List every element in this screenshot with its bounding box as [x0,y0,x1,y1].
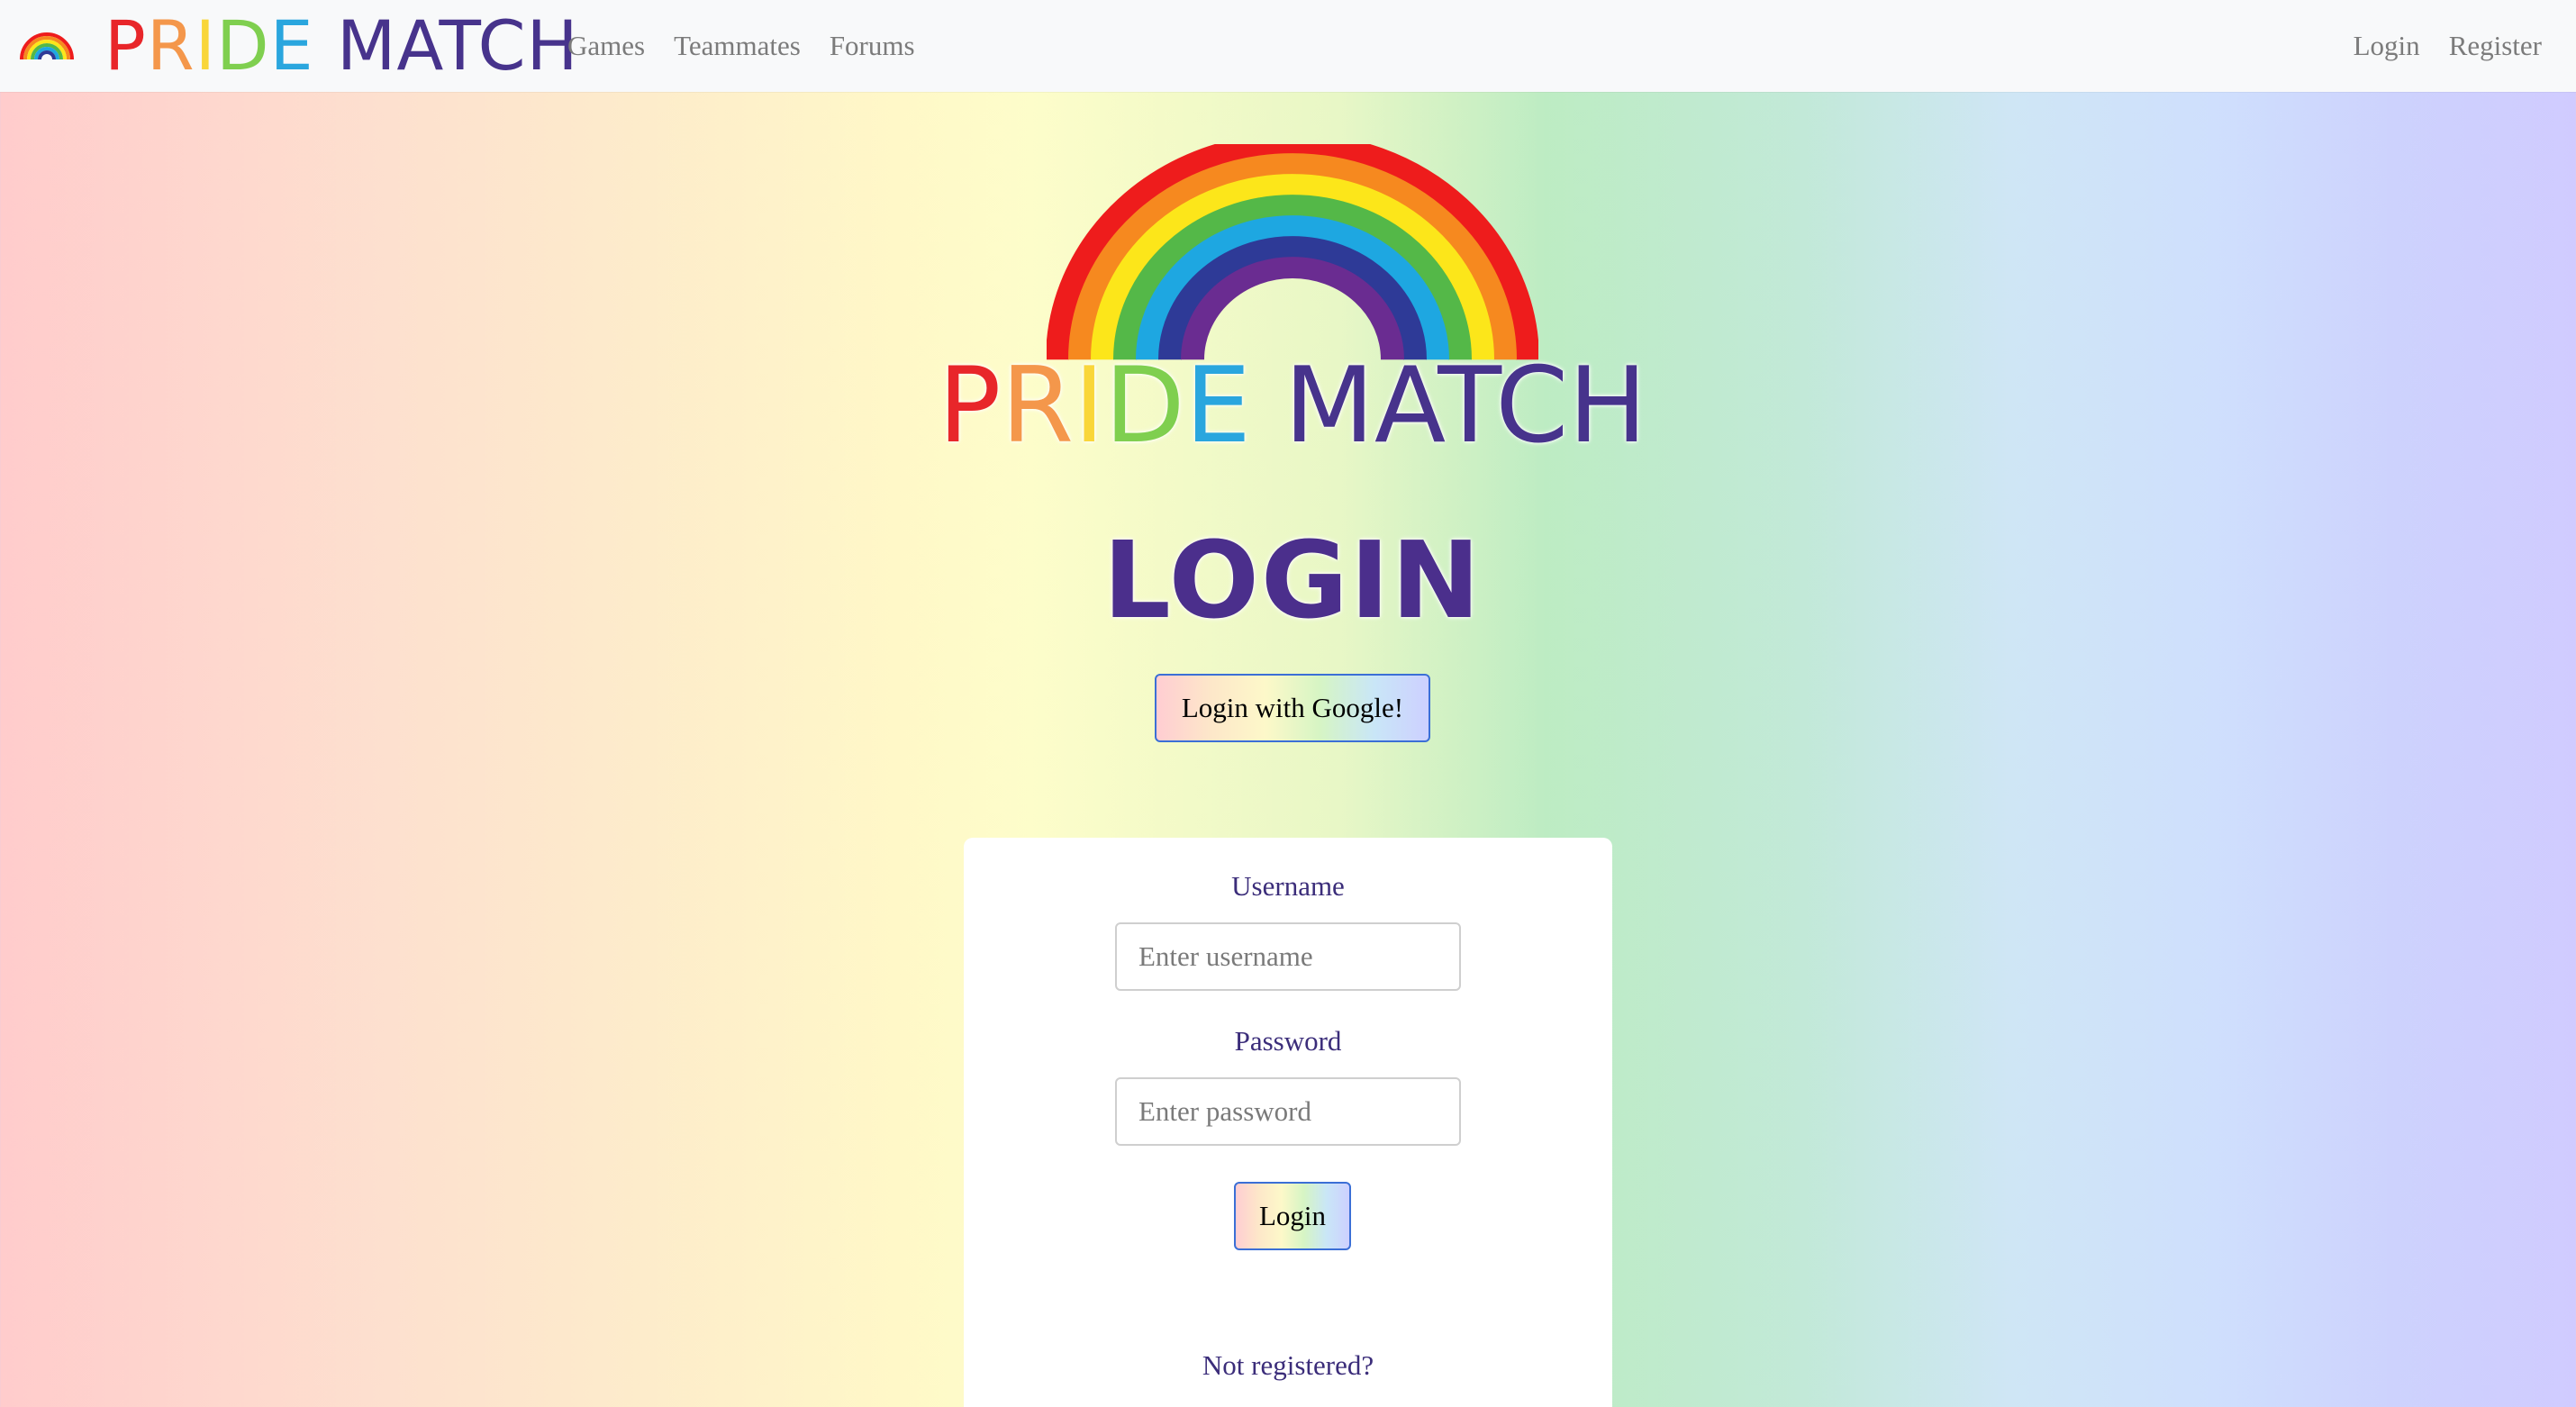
nav-games[interactable]: Games [567,30,645,62]
rainbow-graphic [1047,144,1538,360]
hero-letter-p: P [938,345,1002,467]
not-registered-link[interactable]: Not registered? [964,1349,1612,1382]
username-input[interactable] [1115,922,1461,991]
brand-logo[interactable]: PRIDE MATCH [18,0,579,92]
page-title: LOGIN [1102,518,1483,642]
hero-letter-i: I [1074,345,1105,467]
nav-register[interactable]: Register [2449,30,2542,62]
hero-match: MATCH [1283,345,1647,467]
brand-letter-r: R [146,5,195,86]
username-label: Username [1231,870,1345,902]
brand-letter-d: D [216,5,270,86]
brand-wordmark: PRIDE MATCH [104,12,579,80]
nav-teammates[interactable]: Teammates [674,30,801,62]
google-login-button[interactable]: Login with Google! [1155,674,1430,742]
navbar: PRIDE MATCH Games Teammates Forums Login… [0,0,2576,92]
hero-letter-d: D [1104,345,1185,467]
password-input[interactable] [1115,1077,1461,1146]
login-submit-button[interactable]: Login [1234,1182,1351,1250]
hero-wordmark: PRIDE MATCH [937,354,1648,458]
hero-logo: PRIDE MATCH [937,140,1648,464]
brand-letter-i: I [195,5,217,86]
nav-login[interactable]: Login [2354,30,2420,62]
nav-forums[interactable]: Forums [830,30,915,62]
nav-auth-links: Login Register [2325,0,2542,92]
nav-links: Games Teammates Forums [567,0,944,92]
login-card: Username Password Login Not registered? [964,838,1612,1407]
rainbow-icon [20,32,74,60]
brand-match: MATCH [336,5,579,86]
brand-letter-e: E [269,5,314,86]
brand-letter-p: P [104,5,147,86]
hero-letter-r: R [1001,345,1075,467]
hero-letter-e: E [1184,345,1251,467]
password-label: Password [1234,1025,1342,1057]
